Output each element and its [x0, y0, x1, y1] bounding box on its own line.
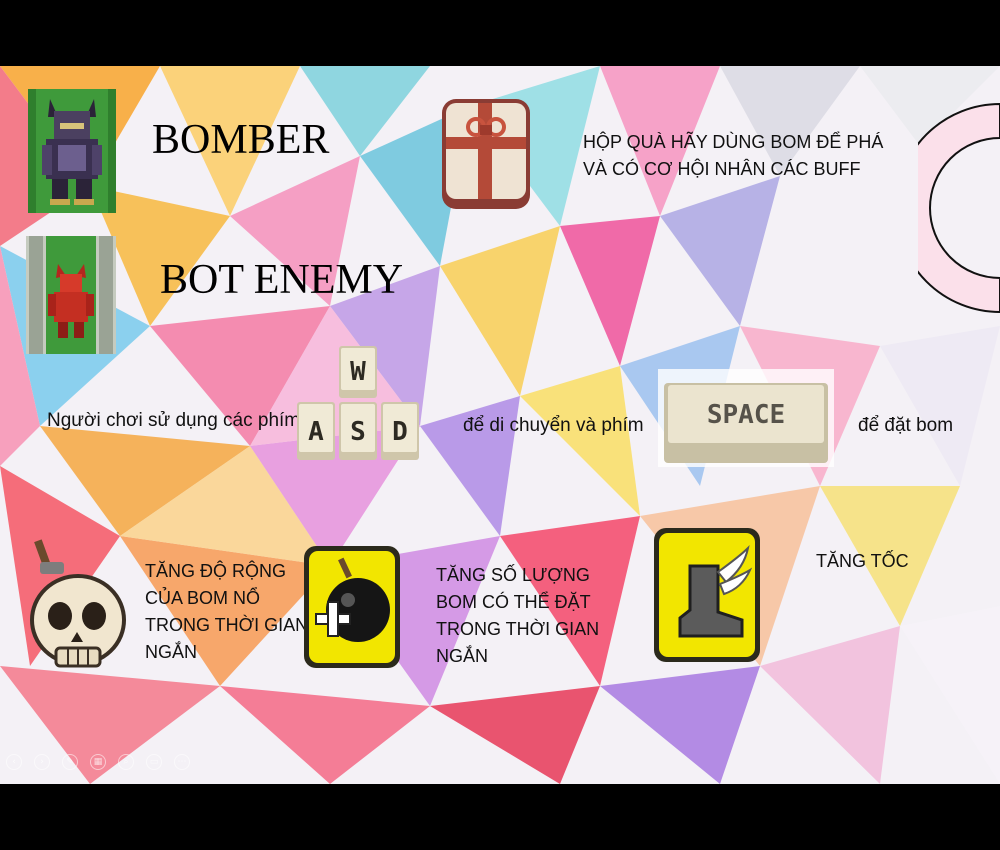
key-w-label: W	[350, 357, 366, 387]
circle-decoration	[918, 102, 1000, 314]
buff-count-line-4: NGẮN	[436, 646, 489, 666]
space-key-icon: SPACE	[658, 369, 834, 467]
space-key-label: SPACE	[707, 400, 785, 430]
bomber-label: BOMBER	[152, 117, 330, 163]
winged-boot-icon	[654, 528, 760, 662]
gift-box-icon	[442, 99, 530, 209]
slideshow-next-icon[interactable]: ›	[34, 754, 50, 770]
controls-text-1: Người chơi sử dụng các phím	[47, 410, 301, 431]
slideshow-subtitles-icon[interactable]: ▭	[146, 754, 162, 770]
key-d-label: D	[392, 417, 408, 447]
controls-text-2: để di chuyển và phím	[463, 415, 644, 436]
bot-enemy-sprite-icon	[26, 236, 116, 354]
buff-range-line-3: TRONG THỜI GIAN	[145, 615, 309, 635]
slideshow-more-icon[interactable]: ⋯	[174, 754, 190, 770]
slideshow-pen-icon[interactable]: ✎	[62, 754, 78, 770]
gift-box-text-line2: VÀ CÓ CƠ HỘI NHÂN CÁC BUFF	[583, 159, 861, 179]
slideshow-zoom-icon[interactable]: ⌕	[118, 754, 134, 770]
bot-enemy-label: BOT ENEMY	[160, 257, 404, 303]
slideshow-grid-icon[interactable]: ▦	[90, 754, 106, 770]
key-a-label: A	[308, 417, 324, 447]
bomb-plus-icon	[304, 546, 400, 668]
bomber-sprite-icon	[28, 89, 116, 213]
buff-range-line-1: TĂNG ĐỘ RỘNG	[145, 561, 287, 581]
buff-count-line-3: TRONG THỜI GIAN	[436, 619, 600, 639]
buff-count-line-1: TĂNG SỐ LƯỢNG	[436, 565, 590, 585]
buff-count-line-2: BOM CÓ THỂ ĐẶT	[436, 592, 591, 612]
slideshow-prev-icon[interactable]: ‹	[6, 754, 22, 770]
key-s-label: S	[350, 417, 366, 447]
wasd-keys-icon: W A S D	[297, 346, 419, 460]
buff-speed-label: TĂNG TỐC	[816, 551, 909, 571]
buff-range-line-4: NGẮN	[145, 642, 198, 662]
gift-box-description: HỘP QUÀ HÃY DÙNG BOM ĐỂ PHÁ VÀ CÓ CƠ HỘI…	[583, 129, 883, 183]
buff-count-description: TĂNG SỐ LƯỢNG BOM CÓ THỂ ĐẶT TRONG THỜI …	[436, 562, 599, 670]
buff-range-description: TĂNG ĐỘ RỘNG CỦA BOM NỔ TRONG THỜI GIAN …	[145, 558, 308, 666]
gift-box-text-line1: HỘP QUÀ HÃY DÙNG BOM ĐỂ PHÁ	[583, 132, 884, 152]
skull-bomb-icon	[30, 539, 126, 668]
controls-text-3: để đặt bom	[858, 415, 954, 436]
presentation-slide: BOMBER BOT ENEMY HỘP QUÀ HÃY DÙNG BOM ĐỂ…	[0, 66, 1000, 784]
buff-range-line-2: CỦA BOM NỔ	[145, 588, 261, 608]
